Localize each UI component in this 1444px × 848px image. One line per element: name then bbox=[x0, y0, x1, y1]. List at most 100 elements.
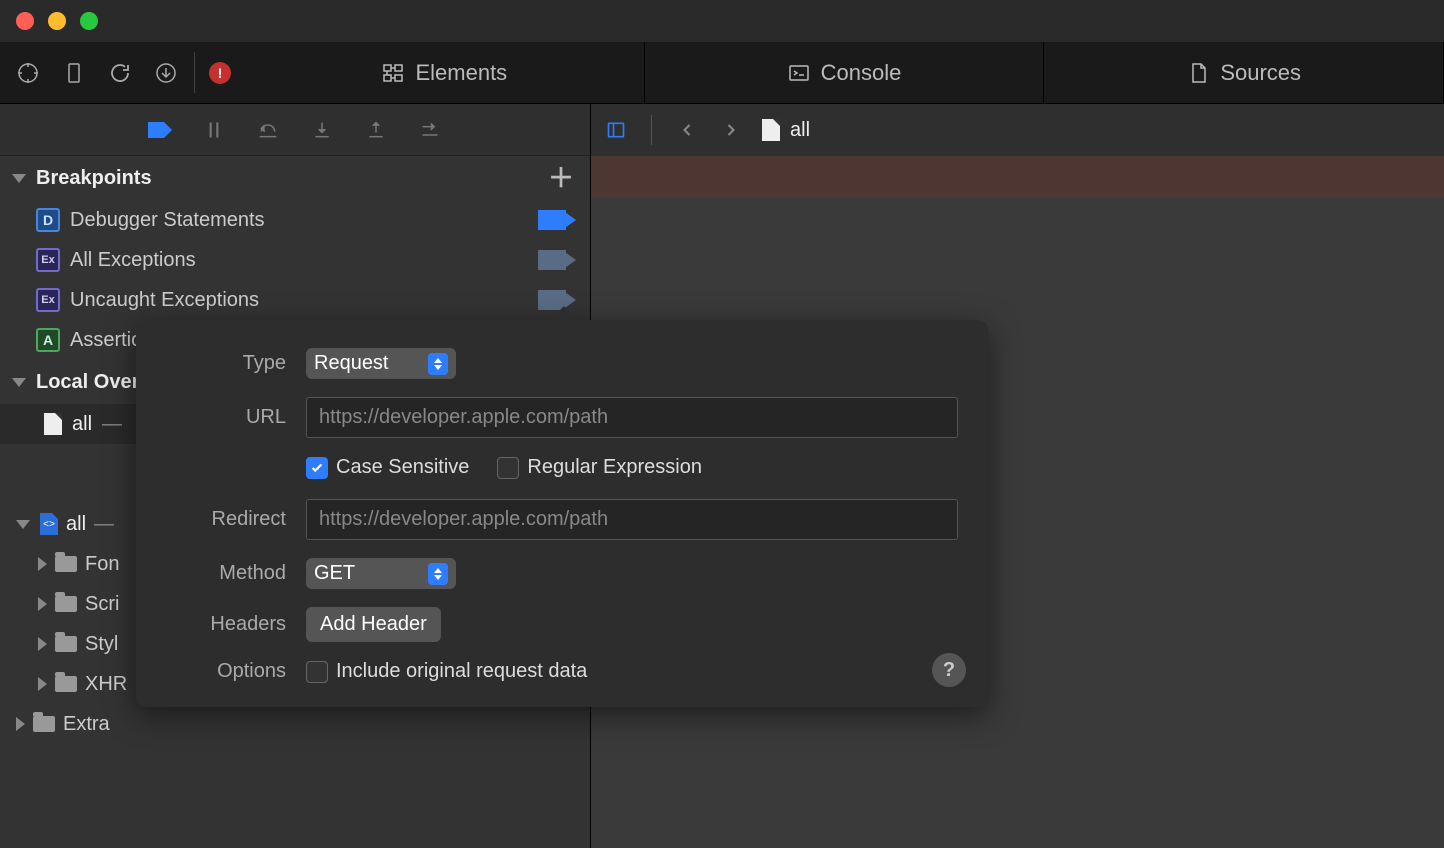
exceptions-badge-icon: Ex bbox=[36, 248, 60, 272]
exceptions-badge-icon: Ex bbox=[36, 288, 60, 312]
step-over-icon[interactable] bbox=[254, 116, 282, 144]
select-stepper-icon bbox=[428, 563, 448, 585]
tab-elements[interactable]: Elements bbox=[245, 42, 645, 103]
method-select[interactable]: GET bbox=[306, 558, 456, 589]
folder-label: Styl bbox=[85, 633, 118, 656]
folder-icon bbox=[33, 716, 55, 732]
toolbar-left bbox=[0, 42, 194, 103]
disclosure-right-icon bbox=[38, 637, 47, 651]
pause-icon[interactable] bbox=[200, 116, 228, 144]
headers-label: Headers bbox=[166, 613, 286, 636]
file-icon bbox=[762, 119, 780, 141]
case-sensitive-checkbox[interactable]: Case Sensitive bbox=[306, 456, 469, 479]
document-icon: <> bbox=[40, 513, 58, 535]
select-stepper-icon bbox=[428, 353, 448, 375]
open-file-name: all bbox=[790, 119, 810, 142]
folder-icon bbox=[55, 676, 77, 692]
download-icon[interactable] bbox=[152, 59, 180, 87]
breakpoints-header[interactable]: Breakpoints ＋ bbox=[0, 156, 590, 200]
tab-console[interactable]: Console bbox=[645, 42, 1045, 103]
include-original-label: Include original request data bbox=[336, 660, 587, 683]
window-close-button[interactable] bbox=[16, 12, 34, 30]
disclosure-right-icon bbox=[16, 717, 25, 731]
sidebar-toggle-icon[interactable] bbox=[603, 117, 629, 143]
folder-label: Fon bbox=[85, 553, 119, 576]
add-breakpoint-button[interactable]: ＋ bbox=[544, 165, 578, 191]
disclosure-down-icon bbox=[12, 174, 26, 183]
toolbar-errors: ! bbox=[195, 42, 245, 103]
include-original-checkbox[interactable]: Include original request data bbox=[306, 660, 587, 683]
folder-label: Extra bbox=[63, 713, 110, 736]
bp-arrow-icon[interactable] bbox=[538, 250, 578, 270]
options-label: Options bbox=[166, 660, 286, 683]
tab-sources[interactable]: Sources bbox=[1044, 42, 1444, 103]
disclosure-right-icon bbox=[38, 557, 47, 571]
nav-forward-icon[interactable] bbox=[718, 117, 744, 143]
url-input[interactable] bbox=[306, 397, 958, 438]
bp-label: All Exceptions bbox=[70, 249, 196, 272]
folder-label: Scri bbox=[85, 593, 119, 616]
breakpoint-toggle-icon[interactable] bbox=[146, 116, 174, 144]
inspect-element-icon[interactable] bbox=[14, 59, 42, 87]
nav-divider bbox=[651, 115, 652, 145]
debugger-badge-icon: D bbox=[36, 208, 60, 232]
step-into-icon[interactable] bbox=[308, 116, 336, 144]
folder-icon bbox=[55, 596, 77, 612]
reload-icon[interactable] bbox=[106, 59, 134, 87]
bp-label: Uncaught Exceptions bbox=[70, 289, 259, 312]
folder-icon bbox=[55, 556, 77, 572]
file-icon bbox=[44, 413, 62, 435]
redirect-input[interactable] bbox=[306, 499, 958, 540]
window-controls bbox=[0, 0, 1444, 42]
breakpoints-title: Breakpoints bbox=[36, 167, 152, 190]
tab-console-label: Console bbox=[821, 60, 902, 86]
disclosure-down-icon bbox=[12, 378, 26, 387]
disclosure-right-icon bbox=[38, 597, 47, 611]
help-icon: ? bbox=[943, 659, 955, 682]
help-button[interactable]: ? bbox=[932, 653, 966, 687]
bp-label: Debugger Statements bbox=[70, 209, 265, 232]
device-icon[interactable] bbox=[60, 59, 88, 87]
step-icon[interactable] bbox=[416, 116, 444, 144]
open-file[interactable]: all bbox=[762, 119, 810, 142]
folder-label: XHR bbox=[85, 673, 127, 696]
disclosure-down-icon bbox=[16, 520, 30, 529]
folder-icon bbox=[55, 636, 77, 652]
bp-debugger-statements[interactable]: D Debugger Statements bbox=[0, 200, 590, 240]
tab-sources-label: Sources bbox=[1220, 60, 1301, 86]
tree-folder-extra[interactable]: Extra bbox=[4, 704, 586, 744]
add-header-label: Add Header bbox=[320, 613, 427, 635]
add-header-button[interactable]: Add Header bbox=[306, 607, 441, 642]
checkbox-checked-icon bbox=[306, 457, 328, 479]
checkbox-empty-icon bbox=[306, 661, 328, 683]
step-out-icon[interactable] bbox=[362, 116, 390, 144]
window-zoom-button[interactable] bbox=[80, 12, 98, 30]
tree-root-suffix: — bbox=[94, 513, 114, 536]
tab-elements-label: Elements bbox=[415, 60, 507, 86]
redirect-label: Redirect bbox=[166, 508, 286, 531]
type-label: Type bbox=[166, 352, 286, 375]
url-label: URL bbox=[166, 406, 286, 429]
override-editor-popover: Type Request URL Case Sensitive Regular … bbox=[136, 320, 988, 707]
error-badge-text: ! bbox=[218, 65, 223, 81]
checkbox-empty-icon bbox=[497, 457, 519, 479]
override-suffix: — bbox=[102, 413, 122, 436]
error-badge-icon[interactable]: ! bbox=[209, 62, 231, 84]
error-indicator-bar bbox=[591, 156, 1444, 198]
regex-checkbox[interactable]: Regular Expression bbox=[497, 456, 702, 479]
tree-root-label: all bbox=[66, 513, 86, 536]
override-name: all bbox=[72, 413, 92, 436]
disclosure-right-icon bbox=[38, 677, 47, 691]
regex-label: Regular Expression bbox=[527, 456, 702, 479]
nav-back-icon[interactable] bbox=[674, 117, 700, 143]
type-select[interactable]: Request bbox=[306, 348, 456, 379]
bp-enabled-arrow-icon[interactable] bbox=[538, 210, 578, 230]
method-label: Method bbox=[166, 562, 286, 585]
bp-uncaught-exceptions[interactable]: Ex Uncaught Exceptions bbox=[0, 280, 590, 320]
file-nav-bar: all bbox=[591, 104, 1444, 156]
bp-all-exceptions[interactable]: Ex All Exceptions bbox=[0, 240, 590, 280]
type-value: Request bbox=[314, 352, 389, 375]
top-toolbar: ! Elements Console Sources bbox=[0, 42, 1444, 104]
debugger-toolbar bbox=[0, 104, 590, 156]
window-minimize-button[interactable] bbox=[48, 12, 66, 30]
